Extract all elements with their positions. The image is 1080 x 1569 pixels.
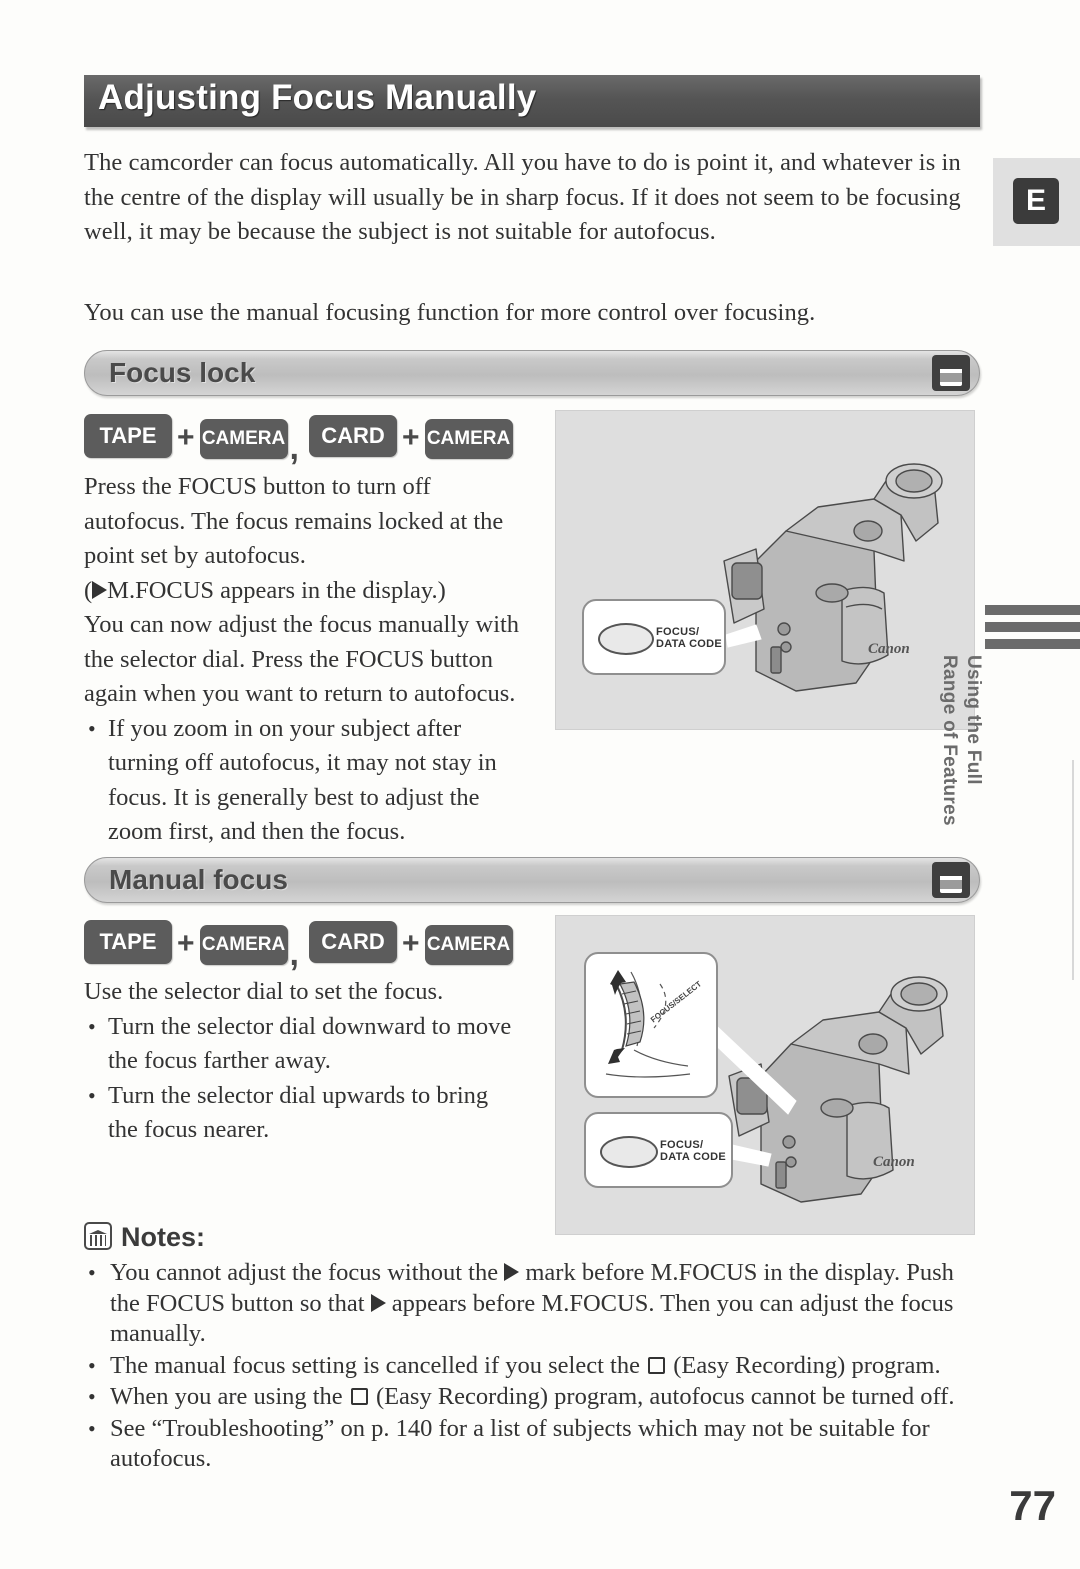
focus-lock-line-2: ( M.FOCUS appears in the display.) xyxy=(84,574,524,609)
list-item: Turn the selector dial downward to move … xyxy=(84,1010,524,1079)
dial-label-text: FOCUS/SELECT xyxy=(649,979,703,1024)
focus-lock-line-1: Press the FOCUS button to turn off autof… xyxy=(84,473,504,569)
note-text: (Easy Recording) program, autofocus cann… xyxy=(369,1383,955,1410)
easy-recording-square-icon xyxy=(648,1356,666,1374)
focus-lock-bullets: If you zoom in on your subject after tur… xyxy=(84,712,524,850)
notes-heading: Notes: xyxy=(84,1222,205,1253)
manual-focus-body: Use the selector dial to set the focus. … xyxy=(84,975,524,1148)
selector-dial-callout: FOCUS/SELECT xyxy=(584,952,718,1098)
page-title: Adjusting Focus Manually xyxy=(98,78,537,117)
manual-page: Adjusting Focus Manually The camcorder c… xyxy=(0,0,1080,1569)
badge-tape: TAPE xyxy=(84,920,172,964)
play-triangle-icon xyxy=(92,580,108,599)
page-number: 77 xyxy=(1009,1482,1056,1529)
badge-camera: CAMERA xyxy=(424,419,513,459)
camcorder-focus-button-illustration: Canon FOCUS/ DATA CODE xyxy=(555,410,975,730)
note-text: You cannot adjust the focus without the xyxy=(110,1259,505,1286)
language-tab-letter: E xyxy=(1013,178,1059,224)
badge-tape: TAPE xyxy=(84,414,172,458)
manual-focus-intro-paragraph: You can use the manual focusing function… xyxy=(84,299,816,326)
chapter-side-tab: Using the Full Range of Features xyxy=(939,605,1080,855)
plus-sign: + xyxy=(177,421,195,454)
focus-lock-body: Press the FOCUS button to turn off autof… xyxy=(84,470,524,850)
note-text: (Easy Recording) program. xyxy=(667,1351,941,1379)
focus-button-oval-icon xyxy=(600,1136,658,1168)
note-text: The manual focus setting is cancelled if… xyxy=(110,1351,647,1379)
notes-list: You cannot adjust the focus without the … xyxy=(84,1258,980,1476)
manual-focus-line-1: Use the selector dial to set the focus. xyxy=(84,978,444,1005)
chapter-title-vertical: Using the Full Range of Features xyxy=(939,655,984,826)
focus-lock-line-3: You can now adjust the focus manually wi… xyxy=(84,611,520,707)
card-camera-icon xyxy=(932,355,970,391)
badge-camera: CAMERA xyxy=(199,925,288,965)
notes-book-icon xyxy=(84,1222,112,1250)
focus-lock-line-2-text: M.FOCUS appears in the display.) xyxy=(107,576,446,604)
play-triangle-icon xyxy=(504,1263,520,1281)
easy-recording-square-icon xyxy=(350,1388,368,1405)
canon-brand-text: Canon xyxy=(868,641,910,657)
focus-button-oval-icon xyxy=(598,623,654,655)
list-item: Turn the selector dial upwards to bring … xyxy=(84,1079,524,1148)
plus-sign: + xyxy=(401,927,420,960)
mode-badges-manual-focus: TAPE + CAMERA, CARD + CAMERA xyxy=(84,920,513,973)
canon-brand-text: Canon xyxy=(873,1154,915,1170)
notes-heading-text: Notes: xyxy=(121,1222,206,1252)
language-tab: E xyxy=(993,158,1080,246)
section-title-focus-lock: Focus lock xyxy=(109,357,256,388)
badge-camera: CAMERA xyxy=(199,419,288,459)
badge-card: CARD xyxy=(308,415,397,457)
mode-badges-focus-lock: TAPE + CAMERA, CARD + CAMERA xyxy=(84,414,513,467)
section-title-manual-focus: Manual focus xyxy=(109,864,288,895)
card-camera-icon xyxy=(932,862,970,898)
side-tab-bars xyxy=(985,605,1080,651)
intro-paragraph: The camcorder can focus automatically. A… xyxy=(84,149,961,245)
comma-separator: , xyxy=(289,428,299,467)
list-item: You cannot adjust the focus without the … xyxy=(84,1258,980,1350)
focus-button-callout: FOCUS/ DATA CODE xyxy=(582,599,726,675)
manual-focus-bullets: Turn the selector dial downward to move … xyxy=(84,1010,524,1148)
focus-data-code-label: FOCUS/ DATA CODE xyxy=(656,626,723,650)
side-tab-bar xyxy=(985,605,1080,615)
comma-separator: , xyxy=(289,934,299,973)
badge-card: CARD xyxy=(308,921,397,963)
plus-sign: + xyxy=(401,421,420,454)
list-item: When you are using the (Easy Recording) … xyxy=(84,1382,980,1413)
side-tab-bar xyxy=(985,639,1080,649)
section-bar-focus-lock: Focus lock xyxy=(84,350,980,396)
side-tab-bar xyxy=(985,622,1080,632)
play-triangle-icon xyxy=(370,1293,386,1312)
focus-data-code-label: FOCUS/ DATA CODE xyxy=(660,1139,727,1163)
badge-camera: CAMERA xyxy=(424,925,513,965)
list-item: See “Troubleshooting” on p. 140 for a li… xyxy=(84,1414,980,1475)
plus-sign: + xyxy=(177,927,195,960)
note-text: When you are using the xyxy=(110,1383,349,1410)
page-edge-line xyxy=(1072,760,1074,980)
list-item: The manual focus setting is cancelled if… xyxy=(84,1351,980,1382)
camcorder-selector-dial-illustration: Canon FOCUS/SELECT FOCUS/ DATA CODE xyxy=(555,915,975,1235)
page-title-banner: Adjusting Focus Manually xyxy=(84,75,980,127)
camcorder-drawing: Canon xyxy=(723,463,943,692)
section-bar-manual-focus: Manual focus xyxy=(84,857,980,903)
paren-open: ( xyxy=(84,576,93,604)
focus-button-callout: FOCUS/ DATA CODE xyxy=(584,1112,733,1188)
list-item: If you zoom in on your subject after tur… xyxy=(84,712,524,850)
selector-dial-drawing: FOCUS/SELECT xyxy=(605,970,703,1078)
